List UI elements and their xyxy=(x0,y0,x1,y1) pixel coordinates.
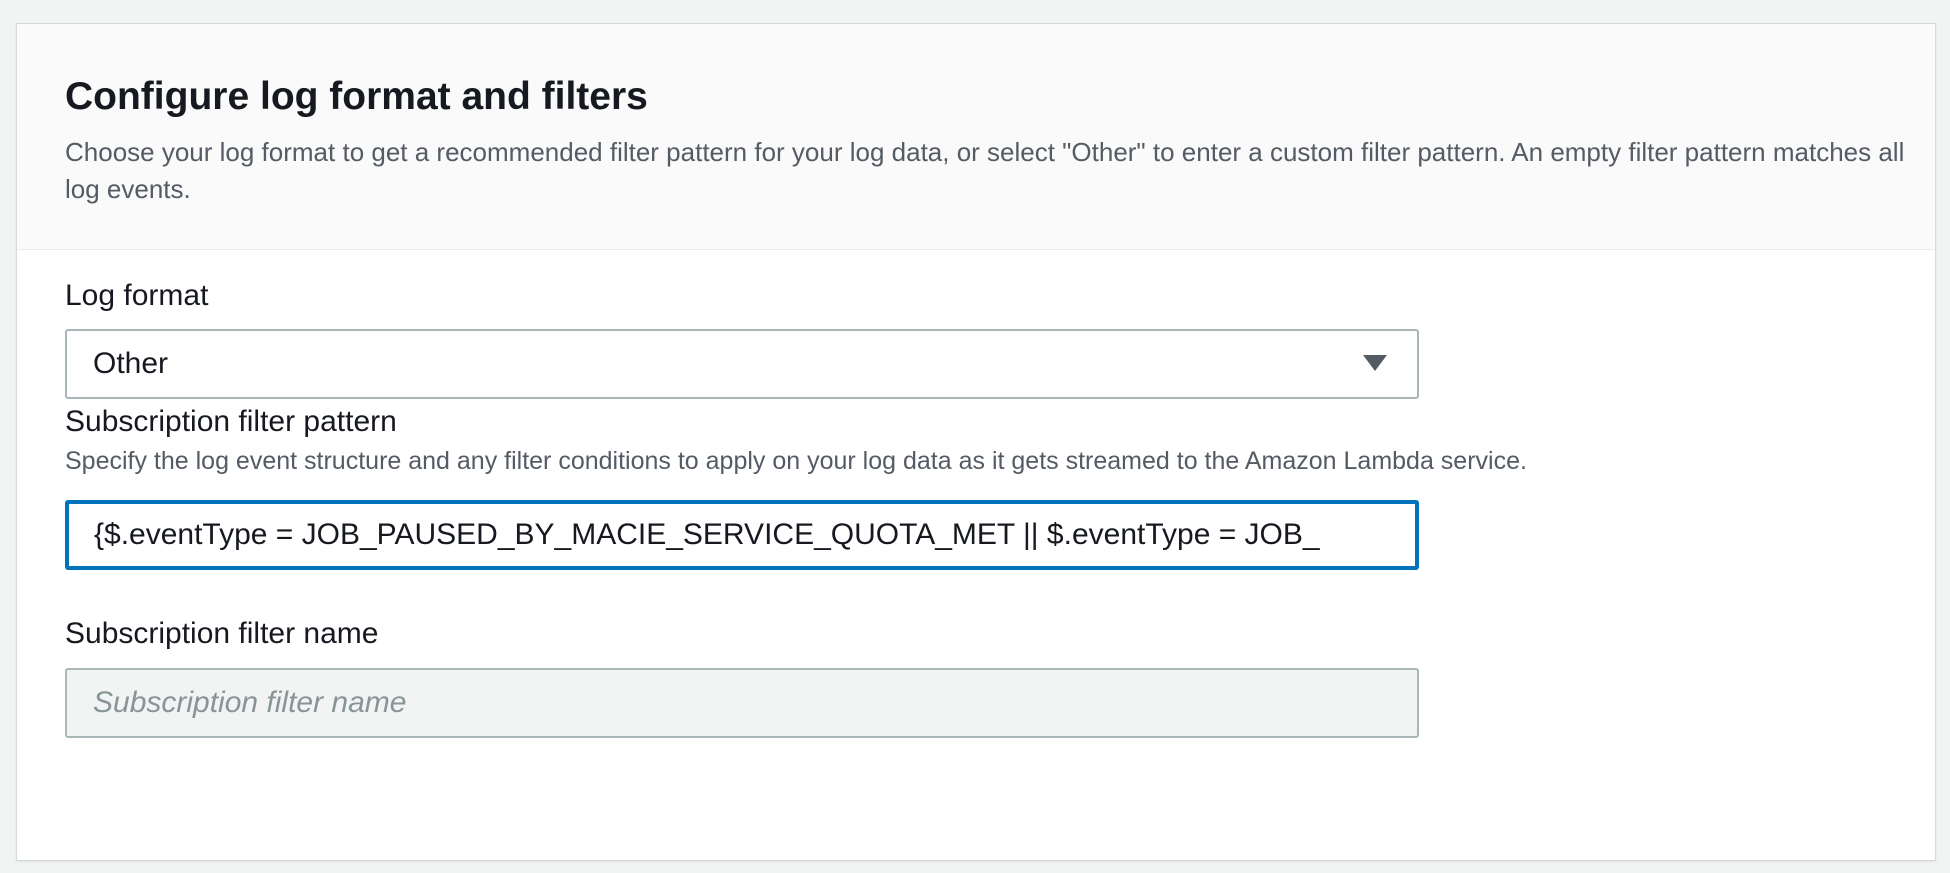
log-format-label: Log format xyxy=(65,279,209,312)
filter-pattern-input[interactable] xyxy=(65,500,1419,570)
filter-name-label: Subscription filter name xyxy=(65,617,379,650)
panel-header: Configure log format and filters Choose … xyxy=(17,24,1935,250)
filter-pattern-description: Specify the log event structure and any … xyxy=(65,447,1527,475)
panel-title: Configure log format and filters xyxy=(65,75,648,118)
filter-name-input[interactable] xyxy=(65,668,1419,738)
caret-down-icon xyxy=(1363,355,1387,371)
log-format-filters-panel: Configure log format and filters Choose … xyxy=(16,23,1936,861)
panel-description: Choose your log format to get a recommen… xyxy=(65,137,1905,204)
log-format-selected-value: Other xyxy=(93,347,169,380)
filter-pattern-label: Subscription filter pattern xyxy=(65,405,397,438)
log-format-select[interactable]: Other xyxy=(65,329,1419,399)
